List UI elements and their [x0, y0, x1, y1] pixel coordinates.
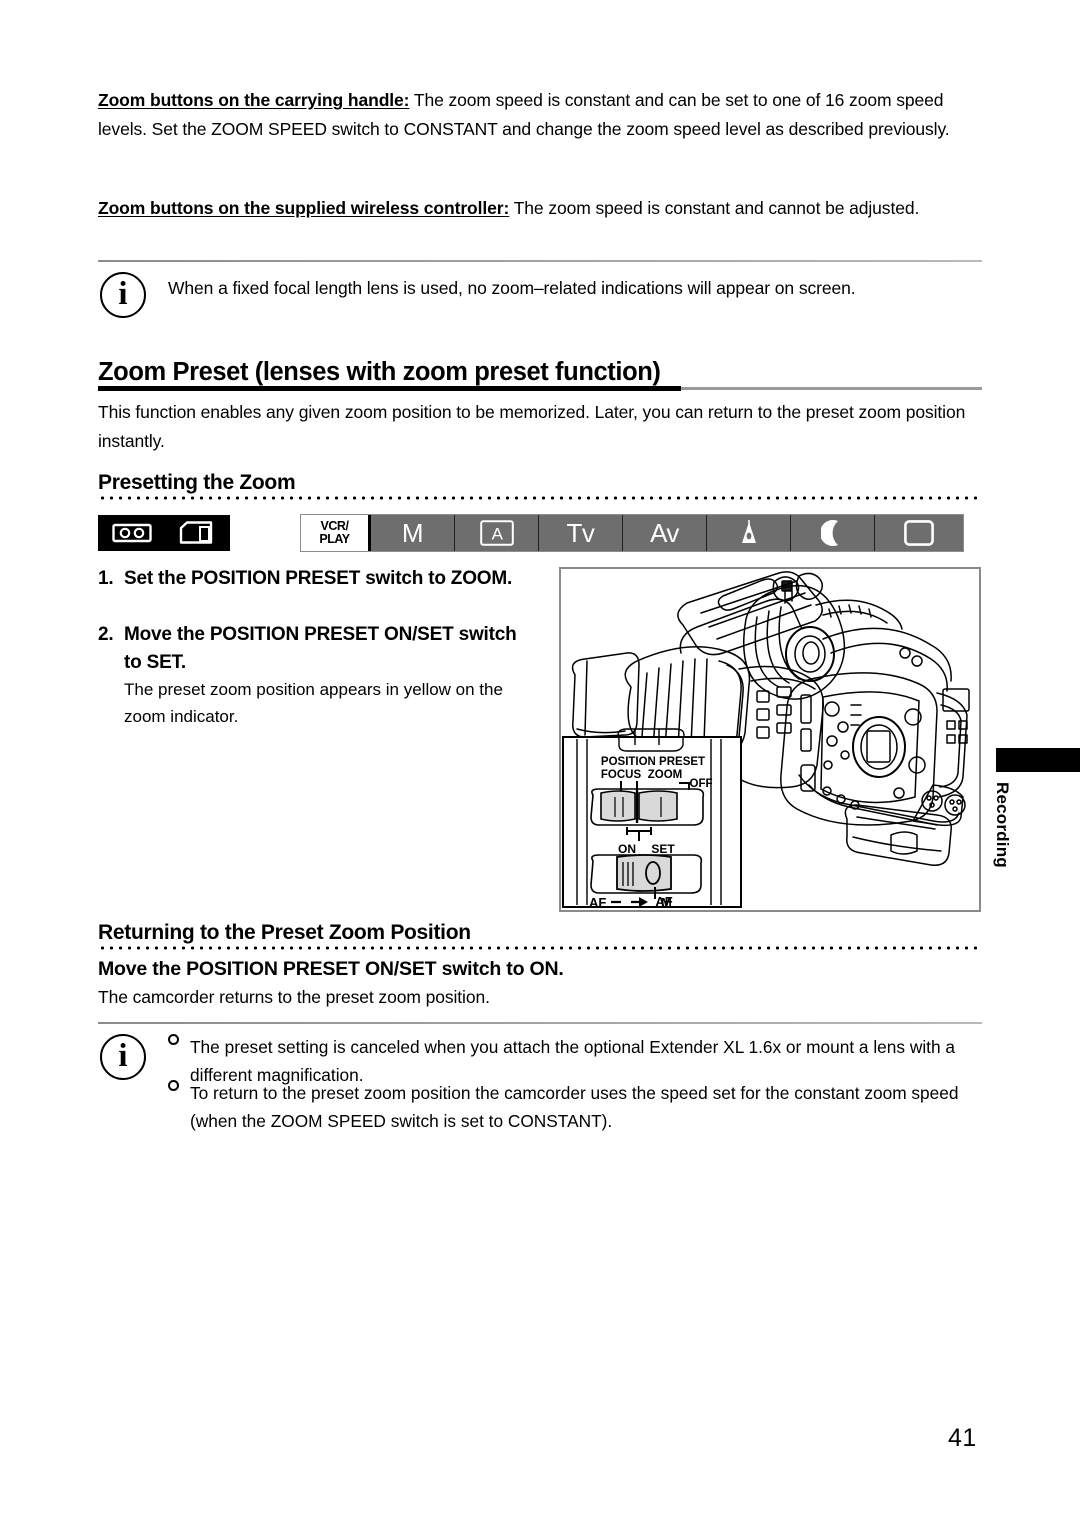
callout-label-set: SET: [651, 842, 675, 856]
frame-icon: [904, 520, 934, 546]
mode-tv[interactable]: Tv: [539, 515, 623, 551]
info-icon-2: i: [100, 1034, 146, 1080]
mode-av-label: Av: [650, 517, 679, 548]
callout-label-position-preset: POSITION PRESET: [601, 756, 705, 768]
switch-detail-callout: POSITION PRESET FOCUS ZOOM OFF ON SET AF: [562, 728, 742, 909]
step-2: 2. Move the POSITION PRESET ON/SET switc…: [98, 621, 538, 677]
note-bullet-2: To return to the preset zoom position th…: [168, 1079, 968, 1135]
paragraph-intro: This function enables any given zoom pos…: [98, 402, 966, 451]
step-2-body: The preset zoom position appears in yell…: [124, 680, 503, 726]
mode-auto[interactable]: A: [455, 515, 539, 551]
note-fixed-focal-length: When a fixed focal length lens is used, …: [168, 278, 856, 298]
paragraph-carrying-handle: Zoom buttons on the carrying handle: The…: [98, 86, 982, 144]
paragraph-wireless-controller-lead: Zoom buttons on the supplied wireless co…: [98, 198, 510, 218]
subheading-presetting-the-zoom: Presetting the Zoom: [98, 471, 296, 494]
step-2-number: 2.: [98, 624, 114, 645]
divider-above-note-2: [98, 1022, 982, 1024]
camcorder-illustration: POSITION PRESET FOCUS ZOOM OFF ON SET AF…: [559, 567, 981, 912]
paragraph-wireless-controller: Zoom buttons on the supplied wireless co…: [98, 194, 982, 223]
moon-icon: [820, 520, 838, 546]
info-icon: i: [100, 272, 146, 318]
camera-mode-bar: VCR/ PLAY M A Tv Av: [300, 514, 964, 552]
card-icon: [179, 521, 213, 544]
info-icon-2-glyph: i: [118, 1037, 128, 1074]
mode-manual-label: M: [401, 517, 424, 548]
mode-av[interactable]: Av: [623, 515, 707, 551]
mode-spotlight[interactable]: [707, 515, 791, 551]
tape-icon: [112, 523, 152, 543]
step-1-text: Set the POSITION PRESET switch to ZOOM.: [124, 568, 513, 589]
step-1: 1. Set the POSITION PRESET switch to ZOO…: [98, 565, 538, 593]
section-heading-zoom-preset: Zoom Preset (lenses with zoom preset fun…: [98, 358, 661, 386]
spotlight-icon: [741, 520, 756, 543]
step-2-text: Move the POSITION PRESET ON/SET switch t…: [124, 624, 517, 673]
callout-label-on: ON: [618, 842, 636, 856]
media-type-group: [98, 515, 230, 551]
mode-night[interactable]: [791, 515, 875, 551]
mode-manual[interactable]: M: [371, 515, 455, 551]
manual-page: Zoom buttons on the carrying handle: The…: [0, 0, 1080, 1526]
callout-label-focus: FOCUS: [601, 769, 642, 781]
page-number: 41: [948, 1424, 977, 1452]
info-icon-glyph: i: [118, 275, 128, 312]
auto-boxed-a-icon: A: [479, 520, 514, 546]
camcorder-line-art: POSITION PRESET FOCUS ZOOM OFF ON SET AF…: [562, 571, 970, 910]
paragraph-carrying-handle-lead: Zoom buttons on the carrying handle:: [98, 90, 410, 110]
paragraph-wireless-controller-body: The zoom speed is constant and cannot be…: [509, 198, 920, 218]
note-bullet-2-text: To return to the preset zoom position th…: [190, 1083, 959, 1131]
returning-action-text: Move the POSITION PRESET ON/SET switch t…: [98, 958, 564, 980]
mode-vcr-play[interactable]: VCR/ PLAY: [301, 515, 371, 551]
subheading-returning-dotted-rule: [98, 946, 982, 950]
subheading-presetting-dotted-rule: [98, 496, 982, 500]
card-icon-cell: [166, 518, 226, 548]
section-heading-rule: [98, 386, 982, 391]
tape-icon-cell: [102, 518, 162, 548]
side-tab-label: Recording: [993, 782, 1012, 868]
returning-body: The camcorder returns to the preset zoom…: [98, 987, 490, 1007]
callout-label-m: M: [661, 895, 672, 910]
divider-above-note-1: [98, 260, 982, 262]
mode-vcr-play-line2: PLAY: [319, 532, 350, 546]
step-1-number: 1.: [98, 568, 114, 589]
callout-label-af: AF: [589, 895, 606, 910]
callout-label-zoom: ZOOM: [648, 769, 683, 781]
subheading-returning-to-preset: Returning to the Preset Zoom Position: [98, 921, 471, 944]
bullet-marker-icon: [168, 1034, 179, 1045]
returning-action: Move the POSITION PRESET ON/SET switch t…: [98, 955, 982, 983]
mode-frame[interactable]: [875, 515, 963, 551]
side-tab-bar: [996, 748, 1080, 772]
mode-tv-label: Tv: [566, 517, 595, 548]
bullet-marker-icon-2: [168, 1080, 179, 1091]
svg-text:A: A: [491, 525, 503, 544]
